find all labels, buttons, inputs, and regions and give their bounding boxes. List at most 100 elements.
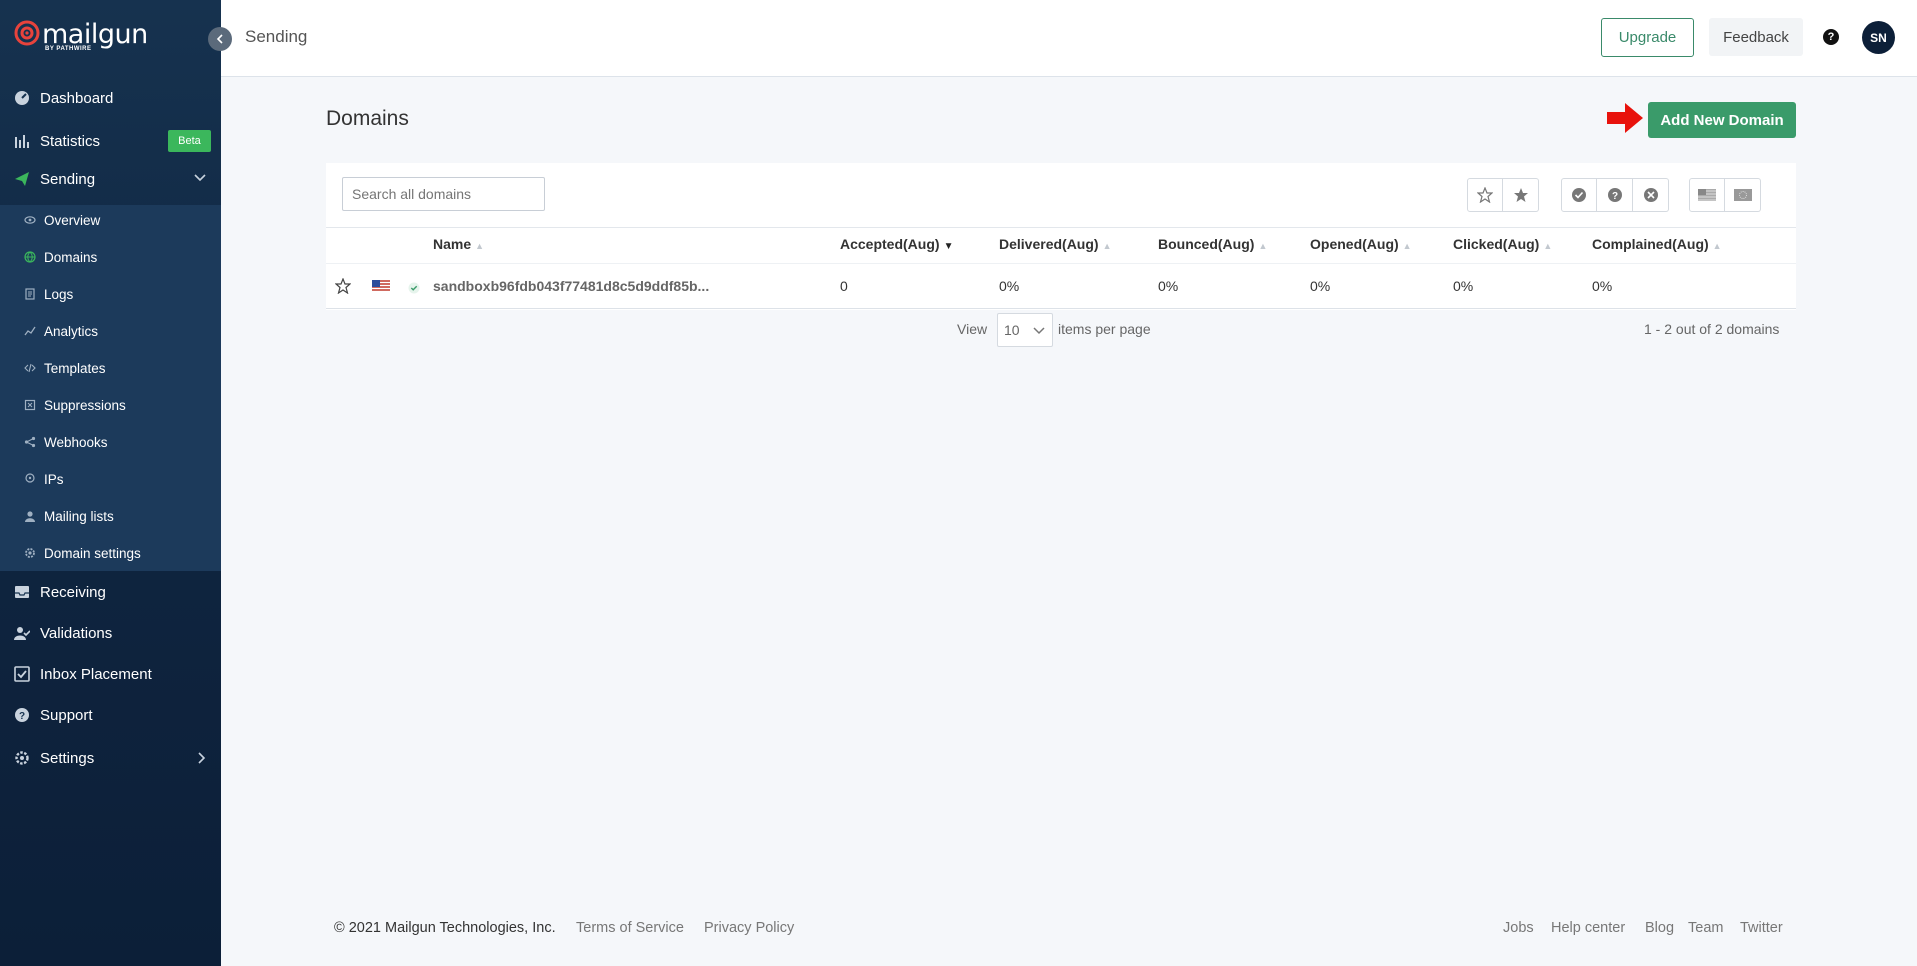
sidebar-item-sending[interactable]: Sending	[0, 162, 221, 196]
top-bar: Sending Upgrade Feedback ? SN	[221, 0, 1917, 77]
inbox-icon	[13, 583, 31, 601]
sidebar-item-dashboard[interactable]: Dashboard	[0, 81, 221, 115]
footer-link-terms[interactable]: Terms of Service	[576, 920, 684, 936]
question-circle-icon: ?	[1607, 188, 1622, 202]
user-icon	[24, 510, 36, 522]
sidebar-subitem-label: Logs	[44, 286, 74, 302]
filter-us-region-button[interactable]	[1689, 178, 1725, 212]
user-check-icon	[13, 624, 31, 642]
sidebar-item-inbox-placement[interactable]: Inbox Placement	[0, 657, 221, 691]
sidebar-item-receiving[interactable]: Receiving	[0, 575, 221, 609]
filter-unstarred-button[interactable]	[1467, 178, 1503, 212]
sidebar-subitem-domains[interactable]: Domains	[0, 242, 221, 272]
star-toggle-icon[interactable]	[334, 277, 352, 299]
beta-badge: Beta	[168, 130, 211, 152]
column-header-opened[interactable]: Opened(Aug) ▲	[1310, 236, 1412, 252]
sort-icon: ▲︎	[475, 241, 485, 251]
eye-icon	[24, 214, 36, 226]
star-filled-icon	[1513, 188, 1528, 202]
footer-link-privacy[interactable]: Privacy Policy	[704, 920, 794, 936]
filter-starred-button[interactable]	[1503, 178, 1539, 212]
upgrade-button[interactable]: Upgrade	[1601, 18, 1694, 57]
block-icon	[24, 399, 36, 411]
code-icon	[24, 362, 36, 374]
column-header-name[interactable]: Name ▲︎	[433, 236, 484, 252]
us-flag-icon	[372, 280, 390, 298]
sidebar-subitem-ips[interactable]: IPs	[0, 464, 221, 494]
filter-verified-button[interactable]	[1561, 178, 1597, 212]
domain-name-link[interactable]: sandboxb96fdb043f77481d8c5d9ddf85b...	[433, 278, 709, 294]
cell-accepted: 0	[840, 278, 848, 294]
check-circle-icon	[1572, 188, 1586, 202]
table-row[interactable]: sandboxb96fdb043f77481d8c5d9ddf85b... 0 …	[326, 263, 1796, 309]
add-new-domain-button[interactable]: Add New Domain	[1648, 102, 1796, 138]
sidebar-subitem-domain-settings[interactable]: Domain settings	[0, 538, 221, 568]
sidebar-subitem-analytics[interactable]: Analytics	[0, 316, 221, 346]
sidebar-subitem-overview[interactable]: Overview	[0, 205, 221, 235]
mailgun-logo[interactable]: mailgun BY PATHWIRE	[14, 20, 148, 56]
footer-link-jobs[interactable]: Jobs	[1503, 920, 1534, 936]
column-header-delivered[interactable]: Delivered(Aug) ▲	[999, 236, 1112, 252]
sidebar-item-validations[interactable]: Validations	[0, 616, 221, 650]
share-icon	[24, 436, 36, 448]
pager-items-label: items per page	[1058, 321, 1151, 337]
sort-desc-icon: ▼	[943, 241, 954, 252]
sidebar-subitem-logs[interactable]: Logs	[0, 279, 221, 309]
column-header-bounced[interactable]: Bounced(Aug) ▲	[1158, 236, 1267, 252]
pager-view-label: View	[957, 321, 988, 337]
logo-mark-icon	[14, 20, 40, 46]
eu-flag-icon	[1733, 189, 1752, 201]
verified-check-icon	[408, 281, 420, 299]
sort-icon: ▲	[1543, 241, 1553, 251]
sidebar-item-label: Validations	[40, 624, 113, 642]
sidebar-item-settings[interactable]: Settings	[0, 741, 221, 775]
pager-summary: 1 - 2 out of 2 domains	[1644, 321, 1780, 337]
sidebar-subitem-suppressions[interactable]: Suppressions	[0, 390, 221, 420]
per-page-select[interactable]: 10	[997, 313, 1053, 347]
table-header: Name ▲︎ Accepted(Aug) ▼ Delivered(Aug) ▲ Bo…	[326, 227, 1796, 257]
footer-link-help-center[interactable]: Help center	[1551, 920, 1625, 936]
avatar[interactable]: SN	[1862, 21, 1895, 54]
logo-subtext: BY PATHWIRE	[45, 46, 92, 52]
chevron-down-icon	[193, 170, 207, 186]
help-icon[interactable]: ?	[1823, 29, 1839, 45]
sort-icon: ▲	[1258, 241, 1268, 251]
chevron-right-icon	[197, 751, 207, 768]
column-header-clicked[interactable]: Clicked(Aug) ▲	[1453, 236, 1552, 252]
sidebar-item-support[interactable]: ? Support	[0, 698, 221, 732]
column-header-complained[interactable]: Complained(Aug) ▲	[1592, 236, 1722, 252]
column-header-accepted[interactable]: Accepted(Aug) ▼	[840, 236, 953, 252]
trend-icon	[24, 325, 36, 337]
sidebar-item-label: Sending	[40, 170, 96, 188]
sidebar-item-label: Inbox Placement	[40, 665, 152, 683]
paper-plane-icon	[13, 170, 31, 188]
footer-link-blog[interactable]: Blog	[1645, 920, 1674, 936]
sidebar-subitem-label: Mailing lists	[44, 508, 114, 524]
feedback-button[interactable]: Feedback	[1709, 18, 1803, 56]
page-title: Domains	[326, 107, 409, 130]
gear-icon	[13, 749, 31, 767]
dashboard-icon	[13, 89, 31, 107]
sidebar-item-label: Settings	[40, 749, 95, 767]
sidebar-subitem-mailing-lists[interactable]: Mailing lists	[0, 501, 221, 531]
sidebar-subitem-templates[interactable]: Templates	[0, 353, 221, 383]
filter-disabled-button[interactable]	[1633, 178, 1669, 212]
footer-link-twitter[interactable]: Twitter	[1740, 920, 1783, 936]
document-icon	[24, 288, 36, 300]
red-arrow-icon	[1607, 103, 1643, 133]
sidebar-subitem-label: Domains	[44, 249, 98, 265]
sidebar-item-label: Receiving	[40, 583, 106, 601]
sidebar-subitem-label: Templates	[44, 360, 106, 376]
filter-unverified-button[interactable]: ?	[1597, 178, 1633, 212]
sidebar-item-label: Dashboard	[40, 89, 114, 107]
footer-link-team[interactable]: Team	[1688, 920, 1723, 936]
filter-eu-region-button[interactable]	[1725, 178, 1761, 212]
sidebar-subitem-label: Suppressions	[44, 397, 126, 413]
sidebar: mailgun BY PATHWIRE Dashboard Statistics…	[0, 0, 221, 966]
sidebar-subitem-webhooks[interactable]: Webhooks	[0, 427, 221, 457]
sidebar-subitem-label: Webhooks	[44, 434, 108, 450]
cell-complained: 0%	[1592, 278, 1613, 294]
search-input[interactable]	[342, 177, 545, 211]
collapse-sidebar-button[interactable]	[208, 27, 232, 51]
sort-icon: ▲	[1712, 241, 1722, 251]
